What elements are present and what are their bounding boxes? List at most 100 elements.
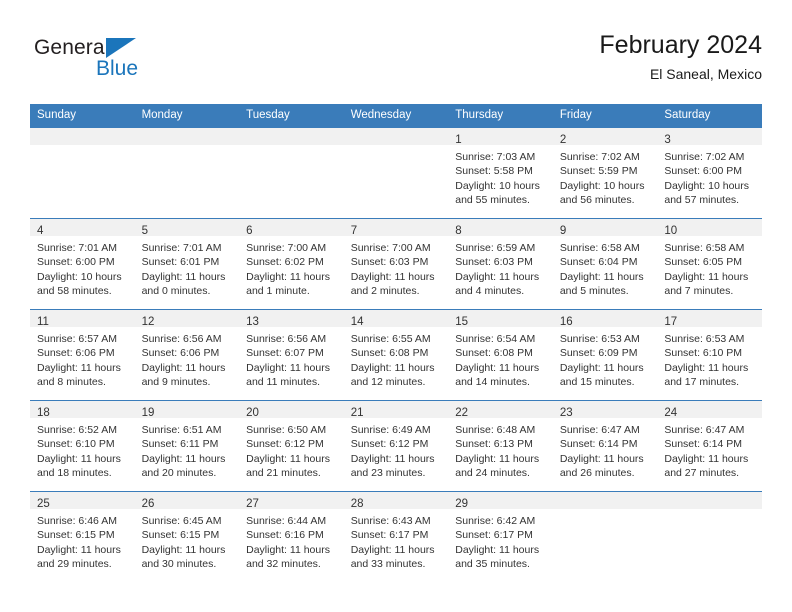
calendar-day-cell: 3 Sunrise: 7:02 AM Sunset: 6:00 PM Daylight… bbox=[657, 127, 762, 219]
sunset-text: Sunset: 6:02 PM bbox=[246, 256, 324, 269]
calendar-body: 1 Sunrise: 7:03 AM Sunset: 5:58 PM Daylight… bbox=[30, 127, 762, 582]
sunrise-text: Sunrise: 6:48 AM bbox=[455, 424, 536, 436]
daylight-text-line2: and 12 minutes. bbox=[350, 376, 426, 389]
calendar-day-cell: 14 Sunrise: 6:55 AM Sunset: 6:08 PM Dayligh… bbox=[343, 309, 449, 401]
day-cell-inner[interactable]: 22 Sunrise: 6:48 AM Sunset: 6:13 PM Dayligh… bbox=[448, 401, 553, 491]
weekday-header-wednesday: Wednesday bbox=[343, 104, 449, 128]
sunrise-text: Sunrise: 6:42 AM bbox=[455, 515, 536, 527]
sunset-text: Sunset: 5:59 PM bbox=[559, 165, 638, 178]
sunrise-text: Sunrise: 7:01 AM bbox=[37, 242, 117, 254]
day-cell-inner[interactable]: 6 Sunrise: 7:00 AM Sunset: 6:02 PM Daylight… bbox=[239, 219, 344, 309]
day-cell-inner[interactable]: 16 Sunrise: 6:53 AM Sunset: 6:09 PM Dayligh… bbox=[552, 310, 658, 400]
daylight-text-line1: Daylight: 11 hours bbox=[559, 452, 644, 465]
day-number-band bbox=[343, 128, 449, 145]
day-cell-inner[interactable]: 18 Sunrise: 6:52 AM Sunset: 6:10 PM Dayligh… bbox=[30, 401, 135, 491]
day-number-band: 22 bbox=[448, 401, 553, 419]
calendar-day-cell: 25 Sunrise: 6:46 AM Sunset: 6:15 PM Dayligh… bbox=[30, 491, 135, 582]
calendar-day-cell: 22 Sunrise: 6:48 AM Sunset: 6:13 PM Dayligh… bbox=[448, 400, 553, 492]
day-cell-inner[interactable]: 9 Sunrise: 6:58 AM Sunset: 6:04 PM Daylight… bbox=[552, 219, 658, 309]
sunset-text: Sunset: 5:58 PM bbox=[455, 165, 533, 178]
sunrise-text: Sunrise: 6:58 AM bbox=[559, 242, 640, 254]
day-cell-inner[interactable]: 4 Sunrise: 7:01 AM Sunset: 6:00 PM Daylight… bbox=[30, 219, 135, 309]
sunrise-text: Sunrise: 6:44 AM bbox=[246, 515, 327, 527]
sunset-text: Sunset: 6:12 PM bbox=[350, 438, 429, 451]
sunset-text: Sunset: 6:15 PM bbox=[141, 529, 220, 542]
day-cell-inner bbox=[239, 128, 344, 218]
day-cell-inner[interactable]: 3 Sunrise: 7:02 AM Sunset: 6:00 PM Daylight… bbox=[657, 128, 762, 218]
logo-text-general: General bbox=[34, 36, 110, 59]
day-cell-inner[interactable]: 28 Sunrise: 6:43 AM Sunset: 6:17 PM Dayligh… bbox=[343, 492, 449, 582]
day-cell-inner bbox=[30, 128, 135, 218]
day-number: 14 bbox=[350, 316, 364, 328]
daylight-text-line1: Daylight: 10 hours bbox=[559, 179, 645, 192]
day-cell-inner[interactable]: 7 Sunrise: 7:00 AM Sunset: 6:03 PM Daylight… bbox=[343, 219, 449, 309]
daylight-text-line1: Daylight: 11 hours bbox=[350, 452, 435, 465]
day-number: 22 bbox=[455, 407, 469, 419]
day-cell-inner[interactable]: 2 Sunrise: 7:02 AM Sunset: 5:59 PM Daylight… bbox=[552, 128, 658, 218]
sunrise-text: Sunrise: 6:51 AM bbox=[141, 424, 222, 436]
day-cell-inner[interactable]: 20 Sunrise: 6:50 AM Sunset: 6:12 PM Dayligh… bbox=[239, 401, 344, 491]
day-cell-inner[interactable]: 12 Sunrise: 6:56 AM Sunset: 6:06 PM Dayligh… bbox=[134, 310, 240, 400]
day-number-band bbox=[30, 128, 135, 145]
daylight-text-line2: and 5 minutes. bbox=[559, 285, 629, 298]
day-number-band bbox=[239, 128, 344, 145]
day-cell-inner[interactable]: 15 Sunrise: 6:54 AM Sunset: 6:08 PM Dayligh… bbox=[448, 310, 553, 400]
calendar-day-cell: 26 Sunrise: 6:45 AM Sunset: 6:15 PM Dayligh… bbox=[134, 491, 240, 582]
day-details: Sunrise: 6:44 AM Sunset: 6:16 PM Daylight:… bbox=[239, 509, 344, 572]
daylight-text-line2: and 55 minutes. bbox=[455, 194, 530, 207]
daylight-text-line2: and 33 minutes. bbox=[350, 558, 426, 571]
logo-text-blue: Blue bbox=[96, 57, 139, 80]
day-details: Sunrise: 6:55 AM Sunset: 6:08 PM Daylight:… bbox=[344, 327, 449, 390]
day-number-band: 11 bbox=[30, 310, 135, 328]
general-blue-logo[interactable]: General Blue bbox=[34, 36, 154, 88]
day-details: Sunrise: 6:57 AM Sunset: 6:06 PM Daylight:… bbox=[30, 327, 135, 390]
calendar-day-cell: 24 Sunrise: 6:47 AM Sunset: 6:14 PM Dayligh… bbox=[657, 400, 762, 492]
day-cell-inner bbox=[552, 492, 658, 582]
daylight-text-line1: Daylight: 11 hours bbox=[664, 270, 749, 283]
day-cell-inner[interactable]: 5 Sunrise: 7:01 AM Sunset: 6:01 PM Daylight… bbox=[134, 219, 240, 309]
day-cell-inner[interactable]: 1 Sunrise: 7:03 AM Sunset: 5:58 PM Daylight… bbox=[448, 128, 553, 218]
day-cell-inner[interactable]: 8 Sunrise: 6:59 AM Sunset: 6:03 PM Daylight… bbox=[448, 219, 553, 309]
daylight-text-line1: Daylight: 11 hours bbox=[455, 361, 540, 374]
day-number-band: 6 bbox=[239, 219, 344, 237]
day-cell-inner[interactable]: 27 Sunrise: 6:44 AM Sunset: 6:16 PM Dayligh… bbox=[239, 492, 344, 582]
day-details: Sunrise: 6:42 AM Sunset: 6:17 PM Daylight:… bbox=[448, 509, 553, 572]
sunset-text: Sunset: 6:08 PM bbox=[455, 347, 533, 360]
day-details: Sunrise: 6:48 AM Sunset: 6:13 PM Daylight:… bbox=[448, 418, 553, 481]
day-cell-inner[interactable]: 23 Sunrise: 6:47 AM Sunset: 6:14 PM Dayligh… bbox=[552, 401, 658, 491]
calendar-day-cell: 29 Sunrise: 6:42 AM Sunset: 6:17 PM Dayligh… bbox=[448, 491, 553, 582]
calendar-day-cell-empty bbox=[134, 127, 240, 219]
sunset-text: Sunset: 6:14 PM bbox=[559, 438, 638, 451]
calendar-day-cell: 2 Sunrise: 7:02 AM Sunset: 5:59 PM Daylight… bbox=[552, 127, 658, 219]
day-number-band: 2 bbox=[552, 128, 658, 146]
daylight-text-line2: and 32 minutes. bbox=[246, 558, 321, 571]
day-cell-inner[interactable]: 26 Sunrise: 6:45 AM Sunset: 6:15 PM Dayligh… bbox=[134, 492, 240, 582]
day-number: 2 bbox=[559, 134, 567, 146]
daylight-text-line2: and 35 minutes. bbox=[455, 558, 530, 571]
day-cell-inner[interactable]: 10 Sunrise: 6:58 AM Sunset: 6:05 PM Dayligh… bbox=[657, 219, 762, 309]
title-block: February 2024 El Saneal, Mexico bbox=[599, 30, 762, 84]
day-number: 11 bbox=[37, 316, 49, 328]
daylight-text-line2: and 57 minutes. bbox=[664, 194, 740, 207]
day-cell-inner[interactable]: 29 Sunrise: 6:42 AM Sunset: 6:17 PM Dayligh… bbox=[448, 492, 553, 582]
day-cell-inner[interactable]: 14 Sunrise: 6:55 AM Sunset: 6:08 PM Dayligh… bbox=[343, 310, 449, 400]
day-details: Sunrise: 6:47 AM Sunset: 6:14 PM Daylight:… bbox=[553, 418, 658, 481]
day-number: 9 bbox=[559, 225, 567, 237]
day-cell-inner[interactable]: 24 Sunrise: 6:47 AM Sunset: 6:14 PM Dayligh… bbox=[657, 401, 762, 491]
calendar-day-cell: 9 Sunrise: 6:58 AM Sunset: 6:04 PM Daylight… bbox=[552, 218, 658, 310]
day-cell-inner[interactable]: 17 Sunrise: 6:53 AM Sunset: 6:10 PM Dayligh… bbox=[657, 310, 762, 400]
day-cell-inner[interactable]: 21 Sunrise: 6:49 AM Sunset: 6:12 PM Dayligh… bbox=[343, 401, 449, 491]
calendar-day-cell: 16 Sunrise: 6:53 AM Sunset: 6:09 PM Dayligh… bbox=[552, 309, 658, 401]
daylight-text-line1: Daylight: 11 hours bbox=[141, 361, 226, 374]
sunset-text: Sunset: 6:10 PM bbox=[664, 347, 743, 360]
day-cell-inner[interactable]: 19 Sunrise: 6:51 AM Sunset: 6:11 PM Dayligh… bbox=[134, 401, 240, 491]
daylight-text-line1: Daylight: 11 hours bbox=[455, 452, 540, 465]
day-cell-inner[interactable]: 13 Sunrise: 6:56 AM Sunset: 6:07 PM Dayligh… bbox=[239, 310, 344, 400]
daylight-text-line1: Daylight: 11 hours bbox=[350, 361, 435, 374]
sunset-text: Sunset: 6:17 PM bbox=[350, 529, 429, 542]
day-cell-inner[interactable]: 25 Sunrise: 6:46 AM Sunset: 6:15 PM Dayligh… bbox=[30, 492, 135, 582]
day-cell-inner[interactable]: 11 Sunrise: 6:57 AM Sunset: 6:06 PM Dayligh… bbox=[30, 310, 135, 400]
weekday-header-friday: Friday bbox=[552, 104, 658, 128]
calendar-day-cell-empty bbox=[239, 127, 344, 219]
calendar-page: General Blue February 2024 El Saneal, Me… bbox=[0, 0, 792, 612]
